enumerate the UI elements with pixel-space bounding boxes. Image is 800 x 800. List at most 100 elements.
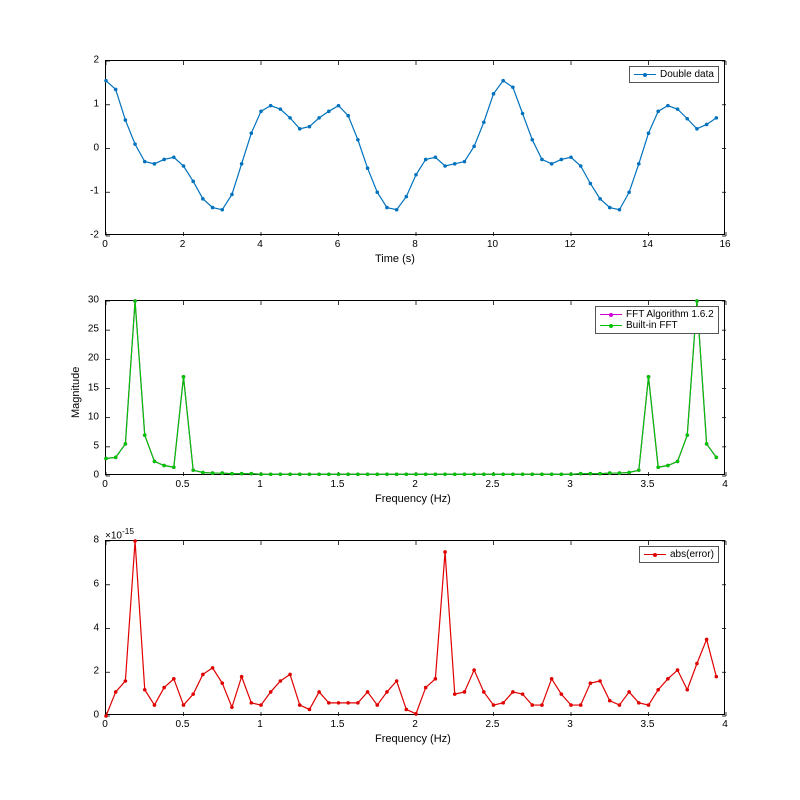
xtick-label: 4 xyxy=(257,239,263,250)
series-marker xyxy=(443,164,447,168)
legend-swatch xyxy=(644,554,666,555)
series-line xyxy=(106,541,716,716)
series-marker xyxy=(172,155,176,159)
series-marker xyxy=(230,193,234,197)
xtick-label: 0.5 xyxy=(176,479,190,490)
series-marker xyxy=(453,162,457,166)
legend-entry: abs(error) xyxy=(644,549,714,560)
series-marker xyxy=(220,208,224,212)
ytick-label: 15 xyxy=(79,382,99,393)
series-marker xyxy=(627,690,631,694)
series-marker xyxy=(637,701,641,705)
series-marker xyxy=(463,690,467,694)
series-marker xyxy=(492,92,496,96)
series-marker xyxy=(346,701,350,705)
axes-3 xyxy=(105,540,725,715)
xtick-label: 2 xyxy=(180,239,186,250)
series-marker xyxy=(191,180,195,184)
series-marker xyxy=(172,465,176,469)
series-marker xyxy=(695,662,699,666)
series-marker xyxy=(414,173,418,177)
series-marker xyxy=(705,638,709,642)
series-marker xyxy=(482,690,486,694)
series-marker xyxy=(530,472,534,476)
series-marker xyxy=(288,472,292,476)
series-marker xyxy=(521,472,525,476)
series-marker xyxy=(269,690,273,694)
plot-svg xyxy=(106,541,726,716)
series-marker xyxy=(298,703,302,707)
series-marker xyxy=(530,138,534,142)
series-marker xyxy=(530,703,534,707)
ytick-label: -1 xyxy=(79,186,99,197)
legend-label: FFT Algorithm 1.6.2 xyxy=(626,309,714,320)
series-marker xyxy=(598,679,602,683)
series-marker xyxy=(182,375,186,379)
series-marker xyxy=(269,472,273,476)
xlabel: Frequency (Hz) xyxy=(375,493,451,505)
series-marker xyxy=(250,701,254,705)
series-marker xyxy=(618,208,622,212)
ytick-label: 2 xyxy=(79,666,99,677)
series-marker xyxy=(337,104,341,108)
series-marker xyxy=(424,472,428,476)
series-marker xyxy=(627,190,631,194)
ytick-label: 8 xyxy=(79,535,99,546)
series-marker xyxy=(337,701,341,705)
series-marker xyxy=(201,673,205,677)
series-marker xyxy=(472,668,476,672)
series-marker xyxy=(715,116,719,120)
series-marker xyxy=(133,142,137,146)
series-marker xyxy=(472,472,476,476)
xtick-label: 6 xyxy=(335,239,341,250)
series-marker xyxy=(114,88,118,92)
xtick-label: 4 xyxy=(722,719,728,730)
series-marker xyxy=(598,472,602,476)
legend: abs(error) xyxy=(639,546,719,563)
series-marker xyxy=(618,703,622,707)
series-marker xyxy=(124,118,128,122)
plot-svg xyxy=(106,61,726,236)
series-marker xyxy=(705,123,709,127)
series-marker xyxy=(259,110,263,114)
series-marker xyxy=(405,195,409,199)
series-marker xyxy=(337,472,341,476)
series-marker xyxy=(405,708,409,712)
xtick-label: 0 xyxy=(102,239,108,250)
series-marker xyxy=(492,472,496,476)
legend-entry: FFT Algorithm 1.6.2 xyxy=(600,309,714,320)
series-marker xyxy=(240,472,244,476)
series-marker xyxy=(133,299,137,303)
series-marker xyxy=(356,138,360,142)
series-marker xyxy=(647,131,651,135)
figure: 0246810121416-2-1012Time (s)Double data0… xyxy=(0,0,800,800)
series-marker xyxy=(540,158,544,162)
xtick-label: 2 xyxy=(412,479,418,490)
series-marker xyxy=(220,471,224,475)
series-marker xyxy=(637,162,641,166)
series-marker xyxy=(327,472,331,476)
series-marker xyxy=(317,116,321,120)
legend-swatch xyxy=(634,74,656,75)
xtick-label: 2.5 xyxy=(486,719,500,730)
series-marker xyxy=(666,464,670,468)
legend-entry: Built-in FFT xyxy=(600,320,714,331)
series-marker xyxy=(124,442,128,446)
series-marker xyxy=(162,464,166,468)
series-marker xyxy=(414,712,418,716)
xtick-label: 0 xyxy=(102,719,108,730)
series-marker xyxy=(182,164,186,168)
series-marker xyxy=(375,190,379,194)
series-marker xyxy=(550,677,554,681)
xtick-label: 0 xyxy=(102,479,108,490)
series-marker xyxy=(656,465,660,469)
series-marker xyxy=(201,471,205,475)
series-marker xyxy=(259,472,263,476)
series-marker xyxy=(685,688,689,692)
series-marker xyxy=(395,472,399,476)
series-marker xyxy=(666,104,670,108)
series-marker xyxy=(501,472,505,476)
series-marker xyxy=(230,705,234,709)
series-marker xyxy=(279,107,283,111)
ytick-label: 6 xyxy=(79,578,99,589)
